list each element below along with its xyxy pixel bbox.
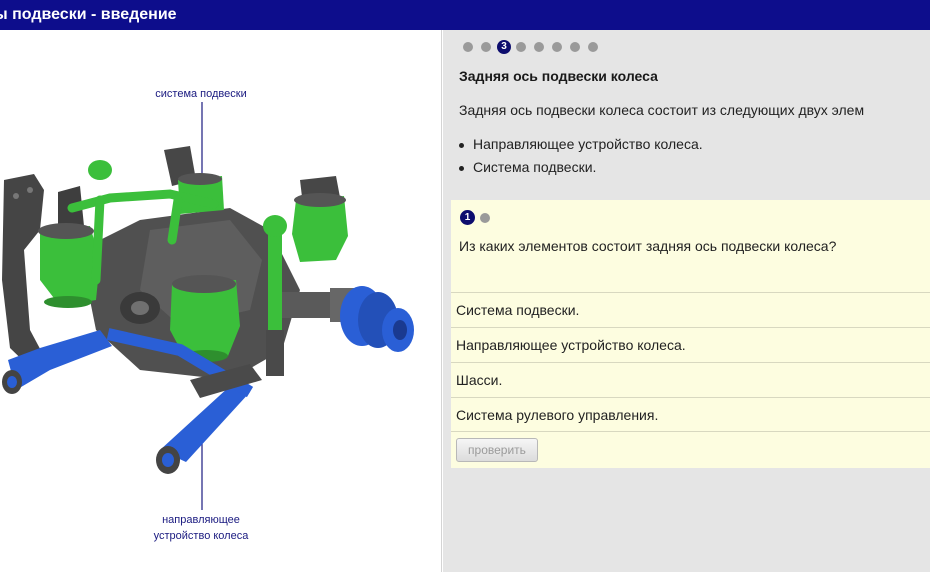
intro-text: Задняя ось подвески колеса состоит из сл…: [459, 102, 865, 118]
quiz-dot-2[interactable]: [480, 212, 490, 223]
lesson-pager: 3: [463, 40, 606, 54]
bullet-list: Направляющее устройство колеса. Система …: [459, 136, 703, 182]
callout-suspension-system: система подвески: [155, 88, 247, 100]
answer-option[interactable]: Шасси.: [451, 362, 930, 397]
window-title: ы подвески - введение: [0, 6, 177, 23]
quiz-dot-current[interactable]: 1: [460, 210, 475, 225]
quiz-pager: 1: [460, 210, 490, 225]
drive-shaft: [280, 286, 414, 352]
answer-options: Система подвески. Направляющее устройств…: [451, 292, 930, 432]
lesson-pane: 3 Задняя ось подвески колеса Задняя ось …: [443, 30, 930, 572]
pager-dot-current[interactable]: 3: [497, 40, 511, 54]
shock-absorber: [268, 228, 282, 338]
bullet-item: Направляющее устройство колеса.: [459, 136, 703, 152]
check-button[interactable]: проверить: [456, 438, 538, 462]
bullet-item: Система подвески.: [459, 159, 703, 175]
pager-dot-4[interactable]: [516, 42, 526, 52]
suspension-diagram: [2, 102, 414, 510]
pager-dot-1[interactable]: [463, 42, 473, 52]
stabilizer-end: [88, 160, 112, 180]
answer-option[interactable]: Направляющее устройство колеса.: [451, 327, 930, 362]
callout-wheel-guide: направляющее устройство колеса: [153, 514, 249, 542]
illustration-pane: система подвески направляющее устройство…: [0, 30, 442, 572]
pager-dot-8[interactable]: [588, 42, 598, 52]
air-spring-left: [38, 223, 100, 308]
quiz-question: Из каких элементов состоит задняя ось по…: [459, 238, 837, 254]
pager-dot-7[interactable]: [570, 42, 580, 52]
pager-dot-2[interactable]: [481, 42, 491, 52]
pager-dot-5[interactable]: [534, 42, 544, 52]
air-spring-right: [292, 193, 348, 262]
answer-option[interactable]: Система подвески.: [451, 292, 930, 327]
section-heading: Задняя ось подвески колеса: [459, 68, 658, 84]
answer-option[interactable]: Система рулевого управления.: [451, 397, 930, 432]
left-bracket: [2, 174, 46, 375]
pager-dot-6[interactable]: [552, 42, 562, 52]
quiz-panel: 1 Из каких элементов состоит задняя ось …: [451, 200, 930, 468]
title-bar: ы подвески - введение: [0, 0, 930, 30]
